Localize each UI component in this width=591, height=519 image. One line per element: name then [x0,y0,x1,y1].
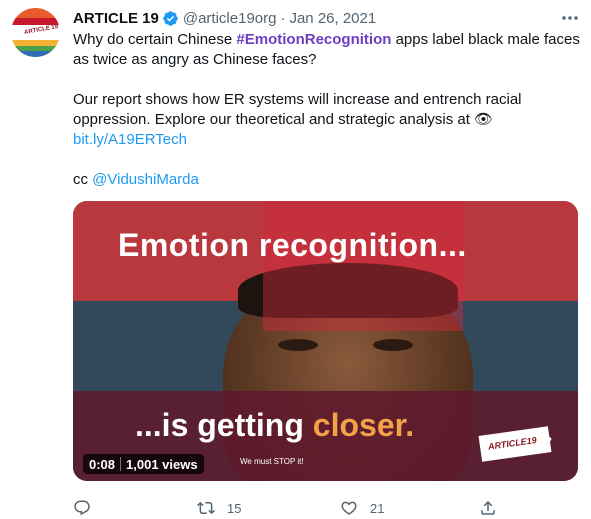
cc-label: cc [73,171,93,188]
headline-fragment: ...is getting [135,407,313,443]
video-stats-badge: 0:08 1,001 views [83,454,204,474]
headline-accent: closer. [312,407,415,443]
text-fragment: Why do certain Chinese [73,31,237,48]
reply-icon [74,500,90,516]
tweet-line-4: oppression. Explore our theoretical and … [73,111,494,128]
share-button[interactable] [479,497,497,519]
reply-button[interactable] [73,497,103,519]
tweet-line-3: Our report shows how ER systems will inc… [73,91,522,108]
tweet-actions: 15 21 [73,497,503,519]
like-icon [341,501,357,515]
like-count: 21 [370,500,385,516]
author-name[interactable]: ARTICLE 19 [73,10,159,27]
video-duration: 0:08 [89,456,116,472]
retweet-button[interactable]: 15 [197,497,241,519]
tweet-date[interactable]: Jan 26, 2021 [289,10,376,27]
video-player[interactable]: Emotion recognition... ...is getting clo… [73,201,578,481]
video-eye-right [373,339,413,351]
like-button[interactable]: 21 [340,497,384,519]
verified-badge-icon [162,10,179,27]
cc-line: cc @VidushiMarda [73,170,578,190]
text-fragment: apps label black male faces [391,31,580,48]
video-red-overlay [263,201,463,331]
author-handle[interactable]: @article19org [183,10,277,27]
tweet-header: ARTICLE 19 @article19org · Jan 26, 2021 [73,8,376,28]
tweet-text: Why do certain Chinese #EmotionRecogniti… [73,30,580,190]
retweet-count: 15 [227,500,242,516]
video-headline-bottom: ...is getting closer. [135,407,414,444]
video-eye-left [278,339,318,351]
mention-link[interactable]: @VidushiMarda [92,171,199,188]
video-headline-top: Emotion recognition... [118,227,467,263]
video-views: 1,001 views [126,456,198,472]
tweet-line-2: as twice as angry as Chinese faces? [73,51,317,68]
tweet-line-1: Why do certain Chinese #EmotionRecogniti… [73,30,580,50]
video-tagline: We must STOP it! [240,457,304,466]
report-link[interactable]: bit.ly/A19ERTech [73,131,187,148]
separator-dot: · [280,9,286,27]
retweet-icon [197,501,215,515]
tweet-card[interactable]: ARTICLE 19 ARTICLE 19 @article19org · Ja… [0,0,591,519]
avatar[interactable]: ARTICLE 19 [11,8,60,57]
hashtag-link[interactable]: #EmotionRecognition [236,31,391,48]
watermark-text: ARTICLE19 [487,435,538,452]
share-icon [481,500,495,515]
more-options-icon[interactable] [560,10,580,26]
